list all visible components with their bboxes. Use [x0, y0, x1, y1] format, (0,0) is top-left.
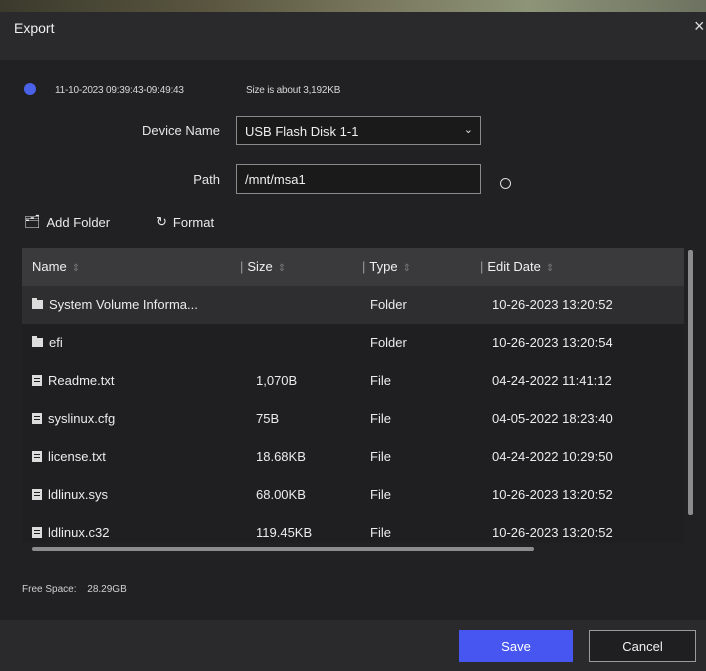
device-name-select[interactable]: USB Flash Disk 1-1 ⌄: [236, 116, 481, 145]
file-date: 10-26-2023 13:20:54: [492, 335, 613, 350]
dialog-title: Export: [14, 20, 55, 36]
file-icon: [32, 413, 42, 424]
add-folder-button[interactable]: 🗂 Add Folder: [24, 214, 110, 230]
file-name: efi: [49, 335, 63, 350]
column-header-edit-date[interactable]: | Edit Date ⇕: [480, 259, 554, 274]
file-name: license.txt: [48, 449, 106, 464]
device-name-label: Device Name: [141, 123, 220, 138]
table-header: Name ⇕ | Size ⇕ | Type ⇕ | Edit Date ⇕: [22, 248, 684, 286]
cancel-button[interactable]: Cancel: [589, 630, 696, 662]
table-row[interactable]: System Volume Informa... Folder 10-26-20…: [22, 286, 684, 324]
file-size: 75B: [256, 411, 280, 426]
file-date: 04-24-2022 10:29:50: [492, 449, 613, 464]
free-space-value: 28.29GB: [87, 584, 127, 595]
close-icon[interactable]: ×: [694, 16, 706, 37]
format-button[interactable]: ↻ Format: [156, 214, 214, 230]
path-value: /mnt/msa1: [245, 172, 306, 187]
vertical-scrollbar[interactable]: [688, 250, 693, 515]
file-date: 10-26-2023 13:20:52: [492, 525, 613, 540]
file-date: 10-26-2023 13:20:52: [492, 487, 613, 502]
table-row[interactable]: syslinux.cfg 75B File 04-05-2022 18:23:4…: [22, 400, 684, 438]
dialog-titlebar: [0, 12, 706, 60]
time-range-text: 11-10-2023 09:39:43-09:49:43: [55, 85, 184, 96]
file-date: 04-05-2022 18:23:40: [492, 411, 613, 426]
path-label: Path: [193, 172, 220, 187]
file-date: 10-26-2023 13:20:52: [492, 297, 613, 312]
device-name-value: USB Flash Disk 1-1: [245, 124, 359, 139]
refresh-ring-icon[interactable]: [500, 178, 511, 189]
file-date: 04-24-2022 11:41:12: [492, 373, 612, 388]
folder-icon: [32, 298, 43, 309]
size-estimate-text: Size is about 3,192KB: [246, 85, 341, 96]
table-row[interactable]: Readme.txt 1,070B File 04-24-2022 11:41:…: [22, 362, 684, 400]
file-type: File: [370, 449, 391, 464]
column-header-size[interactable]: | Size ⇕: [240, 259, 286, 274]
file-icon: [32, 451, 42, 462]
free-space-text: Free Space: 28.29GB: [22, 584, 127, 595]
file-size: 18.68KB: [256, 449, 306, 464]
file-table: Name ⇕ | Size ⇕ | Type ⇕ | Edit Date ⇕ System V…: [22, 248, 684, 543]
table-row[interactable]: efi Folder 10-26-2023 13:20:54: [22, 324, 684, 362]
table-row[interactable]: license.txt 18.68KB File 04-24-2022 10:2…: [22, 438, 684, 476]
free-space-label: Free Space:: [22, 584, 77, 595]
file-name: syslinux.cfg: [48, 411, 116, 426]
refresh-icon: ↻: [156, 214, 167, 229]
file-name: System Volume Informa...: [49, 297, 198, 312]
file-icon: [32, 489, 42, 500]
file-size: 119.45KB: [256, 525, 313, 540]
file-type: Folder: [370, 335, 407, 350]
file-size: 1,070B: [256, 373, 298, 388]
save-button[interactable]: Save: [459, 630, 573, 662]
file-type: File: [370, 525, 391, 540]
add-folder-label: Add Folder: [46, 214, 111, 230]
file-icon: [32, 527, 42, 538]
column-header-type[interactable]: | Type ⇕: [362, 259, 411, 274]
file-type: File: [370, 411, 391, 426]
horizontal-scrollbar[interactable]: [32, 547, 534, 551]
info-icon: [24, 83, 36, 95]
file-size: 68.00KB: [256, 487, 306, 502]
add-folder-icon: 🗂: [24, 214, 41, 229]
format-label: Format: [172, 214, 215, 230]
file-type: File: [370, 373, 391, 388]
file-name: Readme.txt: [48, 373, 115, 388]
file-type: File: [370, 487, 391, 502]
table-row[interactable]: ldlinux.c32 119.45KB File 10-26-2023 13:…: [22, 514, 684, 543]
file-icon: [32, 375, 42, 386]
file-type: Folder: [370, 297, 407, 312]
file-name: ldlinux.sys: [48, 487, 108, 502]
column-header-name[interactable]: Name ⇕: [32, 259, 80, 274]
table-row[interactable]: ldlinux.sys 68.00KB File 10-26-2023 13:2…: [22, 476, 684, 514]
folder-icon: [32, 336, 43, 347]
file-name: ldlinux.c32: [48, 525, 110, 540]
path-input[interactable]: /mnt/msa1: [236, 164, 481, 194]
chevron-down-icon: ⌄: [463, 124, 473, 136]
background-video-strip: [0, 0, 706, 12]
